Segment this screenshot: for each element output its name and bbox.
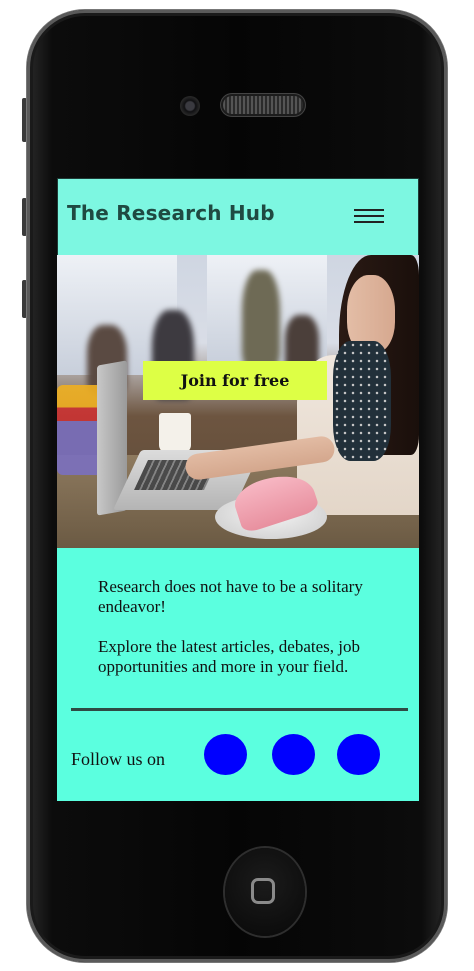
- social-link-1-icon[interactable]: [204, 734, 247, 775]
- home-square-icon: [251, 878, 275, 904]
- intro-text: Research does not have to be a solitary …: [98, 577, 398, 677]
- section-divider: [71, 708, 408, 711]
- join-for-free-button[interactable]: Join for free: [143, 361, 327, 400]
- woman-scarf: [333, 341, 391, 461]
- menu-line: [354, 215, 384, 217]
- home-button[interactable]: [225, 848, 305, 936]
- background-person: [242, 270, 280, 370]
- earpiece-speaker: [223, 96, 303, 114]
- menu-line: [354, 221, 384, 223]
- device-mockup: The Research Hub Join for free Research …: [0, 0, 474, 971]
- menu-line: [354, 209, 384, 211]
- app-header: The Research Hub: [57, 178, 419, 256]
- coffee-mug: [159, 413, 191, 453]
- social-link-3-icon[interactable]: [337, 734, 380, 775]
- site-title[interactable]: The Research Hub: [67, 201, 275, 225]
- intro-paragraph-2: Explore the latest articles, debates, jo…: [98, 637, 360, 676]
- hero-image: Join for free: [57, 255, 419, 548]
- follow-us-label: Follow us on: [71, 749, 166, 769]
- intro-paragraph-1: Research does not have to be a solitary …: [98, 577, 363, 616]
- front-camera-icon: [180, 96, 200, 116]
- app-screen: The Research Hub Join for free Research …: [57, 178, 419, 801]
- social-link-2-icon[interactable]: [272, 734, 315, 775]
- hamburger-menu-icon[interactable]: [354, 209, 384, 229]
